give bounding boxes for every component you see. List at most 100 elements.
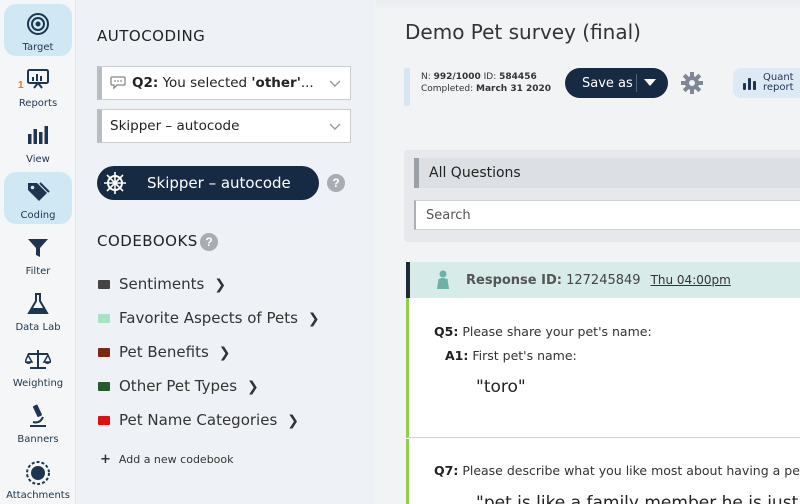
answer-field-text: First pet's name:	[472, 348, 577, 363]
skipper-button-label: Skipper – autocode	[147, 174, 291, 192]
codebook-name: Other Pet Types	[119, 377, 238, 395]
rail-label: Filter	[25, 266, 51, 277]
folder-icon	[98, 415, 110, 425]
rail-label: View	[26, 154, 50, 165]
rail-item-data-lab[interactable]: Data Lab	[4, 284, 72, 336]
codebook-name: Favorite Aspects of Pets	[119, 309, 298, 327]
answer-text[interactable]: "pet is like a family member he is just	[476, 493, 798, 504]
rail-item-reports[interactable]: 1 Reports	[4, 60, 72, 112]
rail-item-target[interactable]: Target	[4, 4, 72, 56]
survey-title: Demo Pet survey (final)	[405, 20, 641, 44]
response-id: Response ID: 127245849	[466, 273, 641, 288]
top-shadow	[376, 0, 800, 10]
question-select[interactable]: Q2: You selected 'other'...	[97, 66, 351, 100]
answer-block-q5: Q5: Please share your pet's name: A1: Fi…	[406, 298, 800, 438]
target-icon	[27, 13, 49, 35]
id-value: 584456	[499, 72, 537, 82]
autocoding-title: AUTOCODING	[97, 27, 206, 45]
rail-item-banners[interactable]: Banners	[4, 396, 72, 448]
flask-icon	[27, 293, 49, 314]
question-line: Q5: Please share your pet's name:	[434, 324, 652, 339]
quant-report-button[interactable]: Quant report	[733, 68, 800, 98]
chevron-right-icon: ❯	[287, 411, 299, 428]
plus-icon: +	[100, 452, 111, 467]
mode-select-text: Skipper – autocode	[110, 118, 240, 134]
bar-chart-icon	[28, 126, 48, 144]
all-questions-select[interactable]: All Questions	[414, 158, 800, 188]
survey-meta: N: 992/1000 ID: 584456 Completed: March …	[421, 71, 551, 95]
answer-field-line: A1: First pet's name:	[445, 348, 577, 363]
chevron-right-icon: ❯	[218, 343, 231, 360]
response-card: Response ID: 127245849 Thu 04:00pm Q5: P…	[406, 262, 800, 504]
codebooks-title: CODEBOOKS	[97, 232, 198, 250]
folder-icon	[98, 279, 110, 289]
folder-icon	[98, 347, 110, 357]
main-content: Demo Pet survey (final) N: 992/1000 ID: …	[376, 0, 800, 504]
folder-icon	[98, 381, 110, 391]
question-label: Q7:	[434, 463, 459, 478]
divider	[636, 74, 637, 92]
help-icon[interactable]: ?	[327, 174, 345, 192]
rail-item-view[interactable]: View	[4, 116, 72, 168]
response-header: Response ID: 127245849 Thu 04:00pm	[406, 262, 800, 298]
folder-icon	[98, 313, 110, 323]
save-as-button[interactable]: Save as	[565, 68, 668, 98]
add-codebook-label: Add a new codebook	[118, 453, 234, 466]
codebook-name: Pet Name Categories	[119, 411, 278, 429]
meta-accent-bar	[404, 68, 410, 106]
chevron-right-icon: ❯	[214, 275, 227, 292]
id-label: ID:	[483, 72, 497, 82]
mode-select[interactable]: Skipper – autocode	[97, 109, 351, 143]
rail-item-filter[interactable]: Filter	[4, 228, 72, 280]
funnel-icon	[28, 239, 48, 257]
answer-text[interactable]: "toro"	[476, 377, 526, 397]
rail-label: Coding	[20, 210, 56, 221]
codebook-item[interactable]: Sentiments ❯	[98, 273, 226, 295]
gear-icon[interactable]	[680, 71, 704, 95]
codebook-item[interactable]: Pet Benefits ❯	[98, 341, 231, 363]
save-as-label: Save as	[582, 75, 633, 91]
microscope-icon	[30, 404, 46, 427]
rail-label: Target	[22, 42, 54, 53]
question-text: You selected	[162, 75, 252, 91]
completed-label: Completed:	[421, 84, 474, 94]
question-label: Q5:	[434, 324, 459, 339]
rail-item-coding[interactable]: Coding	[4, 172, 72, 224]
reports-icon	[27, 69, 49, 89]
question-line: Q7: Please describe what you like most a…	[434, 463, 800, 478]
question-select-text: Q2: You selected 'other'...	[132, 75, 314, 91]
answer-block-q7: Q7: Please describe what you like most a…	[406, 439, 800, 504]
survey-toolbar: N: 992/1000 ID: 584456 Completed: March …	[404, 66, 800, 106]
question-text-bold: 'other'	[251, 75, 301, 91]
codebook-item[interactable]: Pet Name Categories ❯	[98, 409, 299, 431]
rail-item-weighting[interactable]: Weighting	[4, 340, 72, 392]
left-nav-rail: Target 1 Reports View Coding Filter Data…	[0, 0, 76, 504]
add-codebook-link[interactable]: + Add a new codebook	[100, 452, 234, 467]
help-icon[interactable]: ?	[200, 233, 218, 251]
question-text: Please describe what you like most about…	[462, 463, 800, 478]
rail-label: Data Lab	[15, 322, 61, 333]
speech-bubble-icon	[110, 76, 126, 90]
codebook-name: Pet Benefits	[119, 343, 209, 361]
app: Target 1 Reports View Coding Filter Data…	[0, 0, 800, 504]
search-input[interactable]	[414, 200, 800, 230]
codebook-name: Sentiments	[119, 275, 205, 293]
codebook-item[interactable]: Favorite Aspects of Pets ❯	[98, 307, 320, 329]
rail-label: Reports	[18, 98, 58, 109]
question-filter-box: All Questions	[404, 150, 800, 242]
chevron-right-icon: ❯	[307, 309, 320, 326]
n-label: N:	[421, 72, 431, 82]
codebook-item[interactable]: Other Pet Types ❯	[98, 375, 259, 397]
caret-down-icon[interactable]	[644, 79, 656, 86]
tags-icon	[28, 182, 50, 201]
quant-report-label: Quant report	[763, 73, 794, 93]
response-time[interactable]: Thu 04:00pm	[651, 273, 731, 287]
rail-item-attachments[interactable]: Attachments	[4, 452, 72, 504]
scale-icon	[25, 350, 51, 369]
answer-field-label: A1:	[445, 348, 469, 363]
response-id-label: Response ID:	[466, 272, 562, 288]
chevron-down-icon	[329, 80, 341, 87]
skipper-autocode-button[interactable]: Skipper – autocode	[97, 166, 319, 200]
completed-value: March 31 2020	[476, 84, 552, 94]
chevron-right-icon: ❯	[247, 377, 259, 394]
